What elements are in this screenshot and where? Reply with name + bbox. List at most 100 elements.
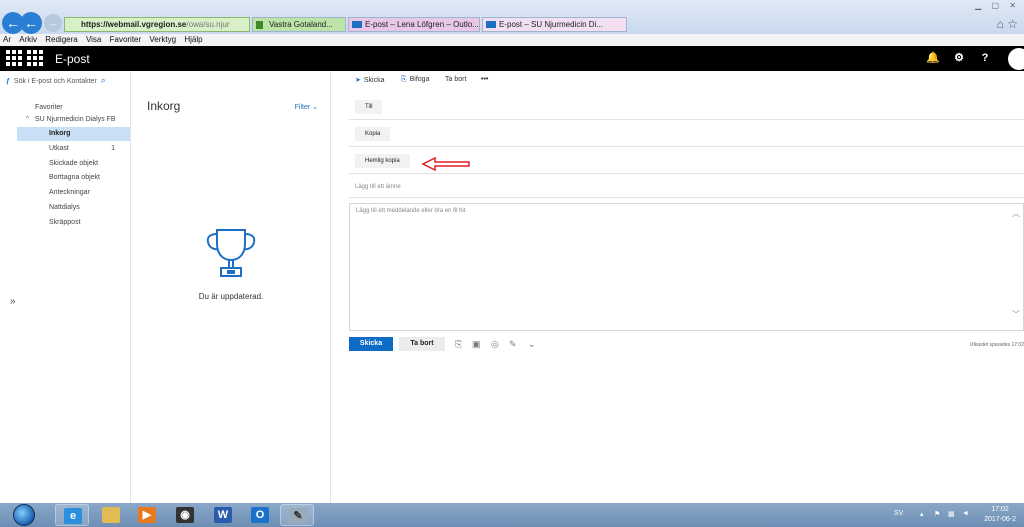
top-icons: 🔔 ⚙ ? [920,46,1024,71]
play-icon: ▶ [138,507,156,523]
tab-label: Vastra Gotaland... [269,20,333,29]
menu-item-visa[interactable]: Visa [86,35,101,44]
clock[interactable]: 17:02 2017-06-2 [984,505,1016,525]
group-heading[interactable]: SU Njurmedicin Dialys FB [25,113,138,127]
folder-label: Skickade objekt [49,160,99,167]
browser-chrome: ▁ ▢ ✕ ← ← → https://webmail.vgregion.se/… [0,0,1024,34]
tab-lena-lofgren[interactable]: E-post – Lena Löfgren – Outlo... [348,17,480,32]
filter-dropdown[interactable]: Filter ⌄ [295,103,318,111]
language-indicator[interactable]: SV [894,510,903,517]
menu-item-hjalp[interactable]: Hjälp [184,35,202,44]
scroll-up-icon[interactable]: ︿ [1012,208,1020,219]
folder-label: Borttagna objekt [49,174,100,181]
app-launcher-icon[interactable] [27,50,43,66]
list-title: Inkorg [147,99,181,113]
bell-icon[interactable]: 🔔 [920,46,946,71]
outlook-taskbar-button[interactable]: O [243,504,277,526]
folder-label: Skräppost [49,219,81,226]
chevron-down-icon: ⌄ [312,104,318,111]
send-button[interactable]: Skicka [349,337,393,351]
discard-command[interactable]: Ta bort [445,76,466,83]
mail-icon [352,21,362,28]
search-box[interactable]: ƒ Sök i E-post och Kontakter ⌕ [6,75,106,86]
menu-item-verktyg[interactable]: Verktyg [149,35,176,44]
search-icon[interactable]: ⌕ [101,75,106,85]
send-command[interactable]: ➤ Skicka [355,76,385,84]
folder-nattdialys[interactable]: Nattdialys [17,201,130,215]
ie-icon: e [64,508,82,524]
outlook-icon: O [251,507,269,523]
tray-arrow-icon[interactable]: ▴ [920,510,924,518]
paint-taskbar-button[interactable]: ✎ [280,504,314,526]
cc-button[interactable]: Kopia [355,127,391,141]
insert-image-icon[interactable]: ▣ [472,339,481,350]
tab-label: E-post – SU Njurmedicin Di... [499,20,604,29]
volume-icon[interactable]: ◄ [962,510,969,517]
menu-item-redigera[interactable]: Redigera [45,35,77,44]
attach-command-label: Bifoga [409,76,430,83]
eye-app-taskbar-button[interactable]: ◉ [168,504,202,526]
network-icon[interactable]: ▦ [948,510,955,518]
bcc-button[interactable]: Hemlig kopia [355,154,410,168]
message-list-pane: Inkorg Filter ⌄ Du är uppdaterad. [131,71,331,503]
taskbar: e ▶ ◉ W O ✎ SV ▴ ⚑ ▦ ◄ 17:02 2017-06-2 [0,503,1024,527]
address-domain: https://webmail.vgregion.se [81,20,187,29]
windows-logo-icon [13,504,35,526]
expand-pane-icon[interactable]: » [10,296,16,307]
address-bar[interactable]: https://webmail.vgregion.se/owa/su.njur [64,17,250,32]
word-icon: W [214,507,232,523]
folder-borttagna[interactable]: Borttagna objekt [17,171,130,185]
help-icon[interactable]: ? [972,46,998,71]
menu-item[interactable]: Ar [3,35,11,44]
search-input[interactable]: Sök i E-post och Kontakter [14,78,97,85]
start-button[interactable] [10,503,40,527]
tab-su-njurmedicin[interactable]: E-post – SU Njurmedicin Di... [482,17,627,32]
divider [349,146,1024,147]
search-scope-icon: ƒ [6,78,10,85]
tab-vastra-gotaland[interactable]: Vastra Gotaland... [252,17,346,32]
explorer-taskbar-button[interactable] [94,504,128,526]
folder-label: Anteckningar [49,189,90,196]
emoji-icon[interactable]: ◎ [491,339,499,350]
mail-icon [486,21,496,28]
attach-command[interactable]: ⎘ Bifoga [401,76,429,84]
chevron-down-icon[interactable]: ⌄ [528,339,536,350]
folder-inkorg[interactable]: Inkorg [17,127,130,141]
discard-button[interactable]: Ta bort [399,337,445,351]
subject-input[interactable]: Lägg till ett ämne [355,184,401,190]
folder-label: Inkorg [49,130,71,137]
ie-taskbar-button[interactable]: e [55,504,89,526]
body-placeholder: Lägg till ett meddelande eller dra en fi… [356,208,466,214]
menu-item-arkiv[interactable]: Arkiv [19,35,37,44]
avatar[interactable] [998,46,1024,71]
flag-icon[interactable]: ⚑ [934,510,940,518]
more-options-icon[interactable]: ••• [481,76,488,83]
forward-button-icon[interactable]: → [44,14,62,32]
send-command-label: Skicka [363,77,385,84]
word-taskbar-button[interactable]: W [206,504,240,526]
gear-icon[interactable]: ⚙ [946,46,972,71]
folder-skickade[interactable]: Skickade objekt [17,157,130,171]
folder-utkast[interactable]: Utkast 1 [17,142,130,156]
folder-anteckningar[interactable]: Anteckningar [17,186,130,200]
app-title: E-post [55,52,90,66]
menu-item-favoriter[interactable]: Favoriter [110,35,142,44]
folder-skrappost[interactable]: Skräppost [17,216,130,230]
trophy-icon [206,229,256,277]
back-button-icon[interactable]: ← [20,12,42,34]
media-player-taskbar-button[interactable]: ▶ [130,504,164,526]
signature-icon[interactable]: ✎ [509,339,517,350]
scroll-down-icon[interactable]: ﹀ [1012,309,1020,320]
clock-time: 17:02 [991,506,1009,513]
filter-label: Filter [294,104,311,111]
message-body-editor[interactable]: Lägg till ett meddelande eller dra en fi… [349,203,1024,331]
to-button[interactable]: Till [355,100,383,114]
window-controls[interactable]: ▁ ▢ ✕ [975,1,1020,10]
attach-icon[interactable]: ⎘ [455,339,462,350]
home-star-icons[interactable]: ⌂ ☆ [997,17,1018,31]
app-top-bar: E-post 🔔 ⚙ ? [0,46,1024,71]
paperclip-icon: ⎘ [401,76,407,83]
eye-icon: ◉ [176,507,194,523]
divider [349,173,1024,174]
app-launcher-icon[interactable] [6,50,22,66]
